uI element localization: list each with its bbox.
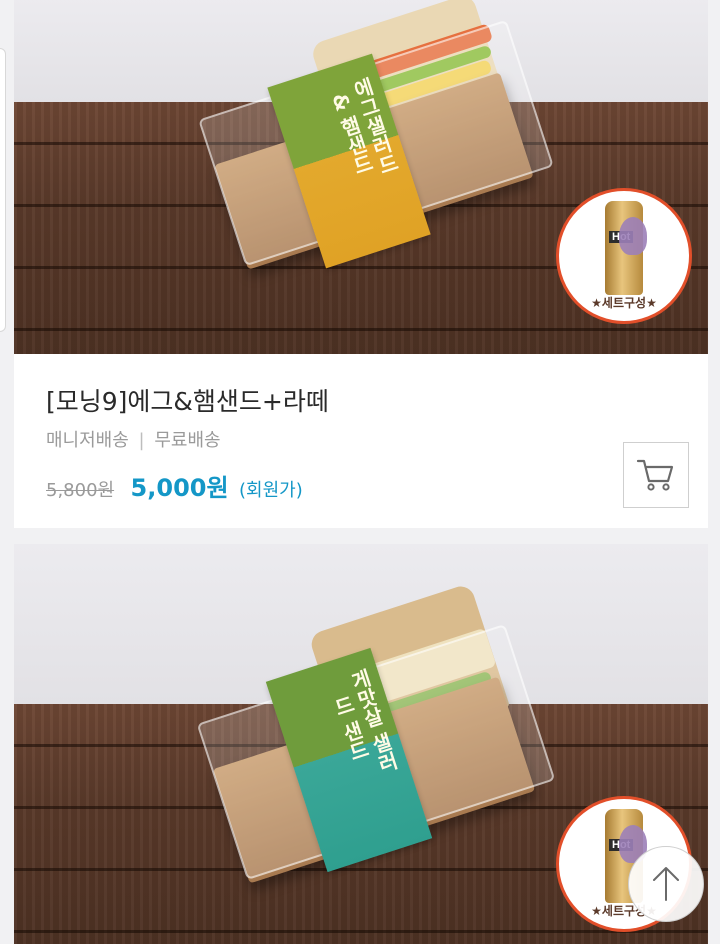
shipping-info: 매니저배송 | 무료배송 <box>46 426 221 452</box>
shipping-method: 매니저배송 <box>46 430 129 451</box>
scrollbar-handle[interactable] <box>0 48 6 332</box>
set-badge-text: ★세트구성★ <box>591 296 657 310</box>
price-row: 5,800원 5,000원 (회원가) <box>46 468 303 503</box>
product-image[interactable]: 게맛살 샐러드 샌드 Hot ★세트구성★ <box>14 544 708 944</box>
product-info: [모닝9]에그&햄샌드+라떼 매니저배송 | 무료배송 5,800원 5,000… <box>14 354 708 528</box>
product-card[interactable]: 에그샐러드 & 햄샌드 Hot ★세트구성★ [모닝9]에그&햄샌드+라떼 매니… <box>14 0 708 528</box>
shipping-fee: 무료배송 <box>154 430 221 451</box>
original-price: 5,800원 <box>46 480 115 501</box>
product-image[interactable]: 에그샐러드 & 햄샌드 Hot ★세트구성★ <box>14 0 708 354</box>
sale-price: 5,000원 <box>130 474 229 502</box>
shipping-separator: | <box>138 430 145 451</box>
sandwich-package: 에그샐러드 & 햄샌드 <box>194 0 554 286</box>
set-composition-badge: Hot ★세트구성★ <box>556 188 692 324</box>
scroll-to-top-button[interactable] <box>628 846 704 922</box>
product-title[interactable]: [모닝9]에그&햄샌드+라떼 <box>46 382 329 418</box>
sandwich-package: 게맛살 샐러드 샌드 <box>194 582 556 890</box>
add-to-cart-button[interactable] <box>623 442 689 508</box>
member-price-note: (회원가) <box>239 480 303 501</box>
arrow-up-icon <box>653 867 679 901</box>
shopping-cart-icon <box>636 459 674 491</box>
can-illustration <box>619 217 647 255</box>
product-card[interactable]: 게맛살 샐러드 샌드 Hot ★세트구성★ <box>14 544 708 944</box>
